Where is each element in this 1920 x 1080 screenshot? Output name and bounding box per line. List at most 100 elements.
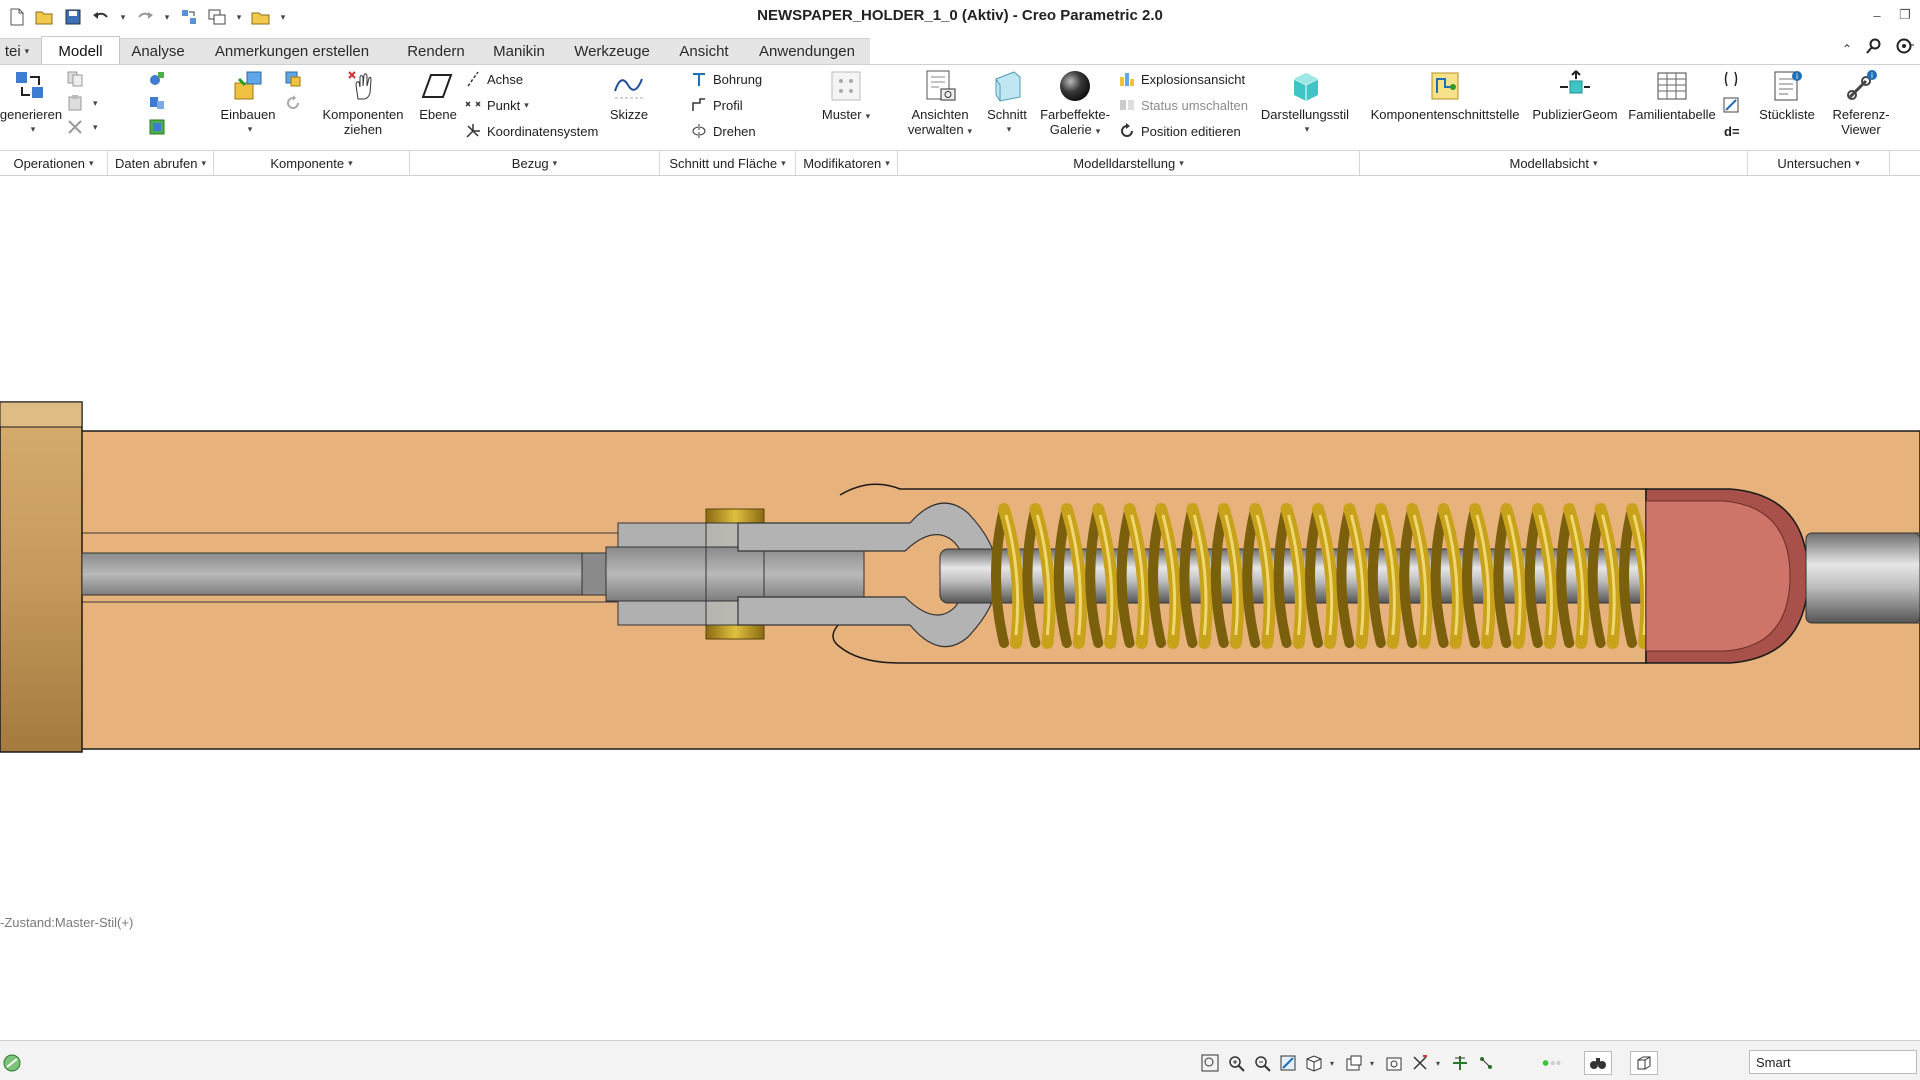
help-icon[interactable] (1896, 38, 1914, 59)
user-defined-feature-button[interactable] (148, 69, 171, 89)
left-block[interactable] (0, 401, 83, 753)
explode-view-button[interactable]: Explosionsansicht (1118, 69, 1245, 89)
profile-button[interactable]: Profil (690, 95, 743, 115)
box-select-icon[interactable] (1630, 1051, 1658, 1075)
display-style-button[interactable]: Darstellungsstil ▾ (1256, 69, 1354, 137)
drag-components-button[interactable]: Komponenten ziehen (318, 69, 408, 137)
group-model-intent[interactable]: Modellabsicht ▾ (1360, 151, 1748, 175)
csys-button[interactable]: Koordinatensystem (464, 121, 598, 141)
datum-display-caret-icon[interactable]: ▾ (1436, 1059, 1444, 1068)
saved-views-icon[interactable] (1344, 1053, 1364, 1073)
tab-applications[interactable]: Anwendungen (748, 38, 866, 64)
search-icon[interactable] (1866, 38, 1882, 59)
relations-button[interactable] (1722, 69, 1745, 89)
group-investigate[interactable]: Untersuchen ▾ (1748, 151, 1890, 175)
delete-button[interactable]: ▾ (66, 117, 98, 137)
repeat-button[interactable] (284, 93, 307, 113)
message-area-icon[interactable] (2, 1053, 24, 1075)
hole-button[interactable]: Bohrung (690, 69, 762, 89)
paste-button[interactable]: ▾ (66, 93, 98, 113)
section-icon (995, 71, 1021, 102)
tab-tools[interactable]: Werkzeuge (564, 38, 660, 64)
repaint-icon[interactable] (1278, 1053, 1298, 1073)
section-label: Schnitt (987, 107, 1027, 122)
zoom-out-icon[interactable] (1252, 1053, 1272, 1073)
manage-views-label-1: Ansichten (911, 107, 969, 122)
reference-viewer-label-1: Referenz- (1832, 107, 1890, 122)
zoom-in-icon[interactable] (1226, 1053, 1246, 1073)
create-component-button[interactable] (284, 69, 307, 89)
svg-text:i: i (1871, 71, 1873, 80)
bom-button[interactable]: i Stückliste (1752, 69, 1822, 122)
group-datum[interactable]: Bezug ▾ (410, 151, 660, 175)
plane-button[interactable]: Ebene (414, 69, 462, 122)
sketch-button[interactable]: Skizze (604, 69, 654, 122)
datum-point-icon (465, 101, 481, 107)
tab-manikin[interactable]: Manikin (483, 38, 555, 64)
saved-views-caret-icon[interactable]: ▾ (1370, 1059, 1378, 1068)
group-model-display[interactable]: Modelldarstellung ▾ (898, 151, 1360, 175)
copy-geometry-button[interactable] (148, 93, 171, 113)
edit-position-button[interactable]: Position editieren (1118, 121, 1241, 141)
pattern-button[interactable]: Muster ▾ (808, 69, 884, 124)
plane-label: Ebene (419, 107, 457, 122)
axis-button[interactable]: Achse (464, 69, 523, 89)
display-style-icon[interactable] (1304, 1053, 1324, 1073)
tab-model[interactable]: Modell (41, 36, 120, 65)
tab-render[interactable]: Rendern (396, 38, 476, 64)
component-interface-button[interactable]: Komponentenschnittstelle (1366, 69, 1524, 122)
find-icon[interactable] (1584, 1051, 1612, 1075)
push-rod[interactable] (81, 552, 583, 596)
output-rod[interactable] (1805, 532, 1920, 624)
switch-dimensions-button[interactable]: d= (1724, 121, 1740, 141)
toggle-status-button[interactable]: Status umschalten (1118, 95, 1248, 115)
section-button[interactable]: Schnitt ▾ (980, 69, 1034, 137)
appearance-gallery-button[interactable]: Farbeffekte- Galerie ▾ (1036, 69, 1114, 139)
minimize-icon[interactable]: – (1868, 6, 1886, 24)
group-get-data[interactable]: Daten abrufen ▾ (108, 151, 214, 175)
shrinkwrap-button[interactable] (148, 117, 171, 137)
minimize-ribbon-icon[interactable]: ⌃ (1842, 42, 1852, 56)
parameters-button[interactable] (1722, 95, 1745, 115)
group-component[interactable]: Komponente ▾ (214, 151, 410, 175)
spin-center-icon[interactable] (1450, 1053, 1470, 1073)
assemble-button[interactable]: Einbauen ▾ (216, 69, 280, 137)
manage-views-caret-icon: ▾ (967, 126, 973, 136)
revolve-button[interactable]: Drehen (690, 121, 756, 141)
pattern-caret-icon: ▾ (865, 111, 871, 121)
regenerate-button[interactable]: generieren ▾ (0, 69, 62, 137)
shrinkwrap-icon (149, 119, 165, 135)
graphics-window[interactable]: -Zustand:Master-Stil(+) (0, 177, 1920, 1040)
assembly-model[interactable] (0, 177, 1920, 877)
tab-file[interactable]: tei ▾ (0, 38, 34, 64)
family-table-button[interactable]: Familientabelle (1624, 69, 1720, 122)
reference-viewer-button[interactable]: i Referenz- Viewer (1822, 69, 1900, 137)
delete-caret-icon: ▾ (93, 121, 98, 132)
refit-icon[interactable] (1200, 1053, 1220, 1073)
manage-views-button[interactable]: Ansichten verwalten ▾ (900, 69, 980, 139)
perspective-icon[interactable] (1384, 1053, 1404, 1073)
switch-dimensions-label: d= (1724, 123, 1740, 139)
group-operations[interactable]: Operationen ▾ (0, 151, 108, 175)
regenerate-caret-icon: ▾ (30, 124, 36, 134)
selection-filter-dropdown[interactable]: Smart (1749, 1050, 1917, 1074)
tab-annotate[interactable]: Anmerkungen erstellen (202, 38, 382, 64)
copy-button[interactable] (66, 69, 89, 89)
point-button[interactable]: Punkt ▾ (464, 95, 529, 115)
paste-icon (68, 95, 82, 111)
tab-analysis[interactable]: Analyse (124, 38, 192, 64)
group-cut-and-surface[interactable]: Schnitt und Fläche ▾ (660, 151, 796, 175)
display-style-caret-icon: ▾ (1304, 124, 1310, 134)
publish-geom-button[interactable]: PublizierGeom (1530, 69, 1620, 122)
restore-icon[interactable]: ❐ (1896, 6, 1914, 24)
repeat-icon (287, 95, 299, 109)
display-style-label: Darstellungsstil (1260, 107, 1350, 122)
edit-position-icon (1121, 123, 1133, 137)
tab-view[interactable]: Ansicht (666, 38, 742, 64)
datum-display-icon[interactable] (1410, 1053, 1430, 1073)
group-modifiers[interactable]: Modifikatoren ▾ (796, 151, 898, 175)
annotation-icon[interactable] (1476, 1053, 1496, 1073)
ribbon-group-bar: Operationen ▾ Daten abrufen ▾ Komponente ▾ … (0, 150, 1920, 176)
display-style-caret-icon[interactable]: ▾ (1330, 1059, 1338, 1068)
create-component-icon (285, 71, 301, 87)
